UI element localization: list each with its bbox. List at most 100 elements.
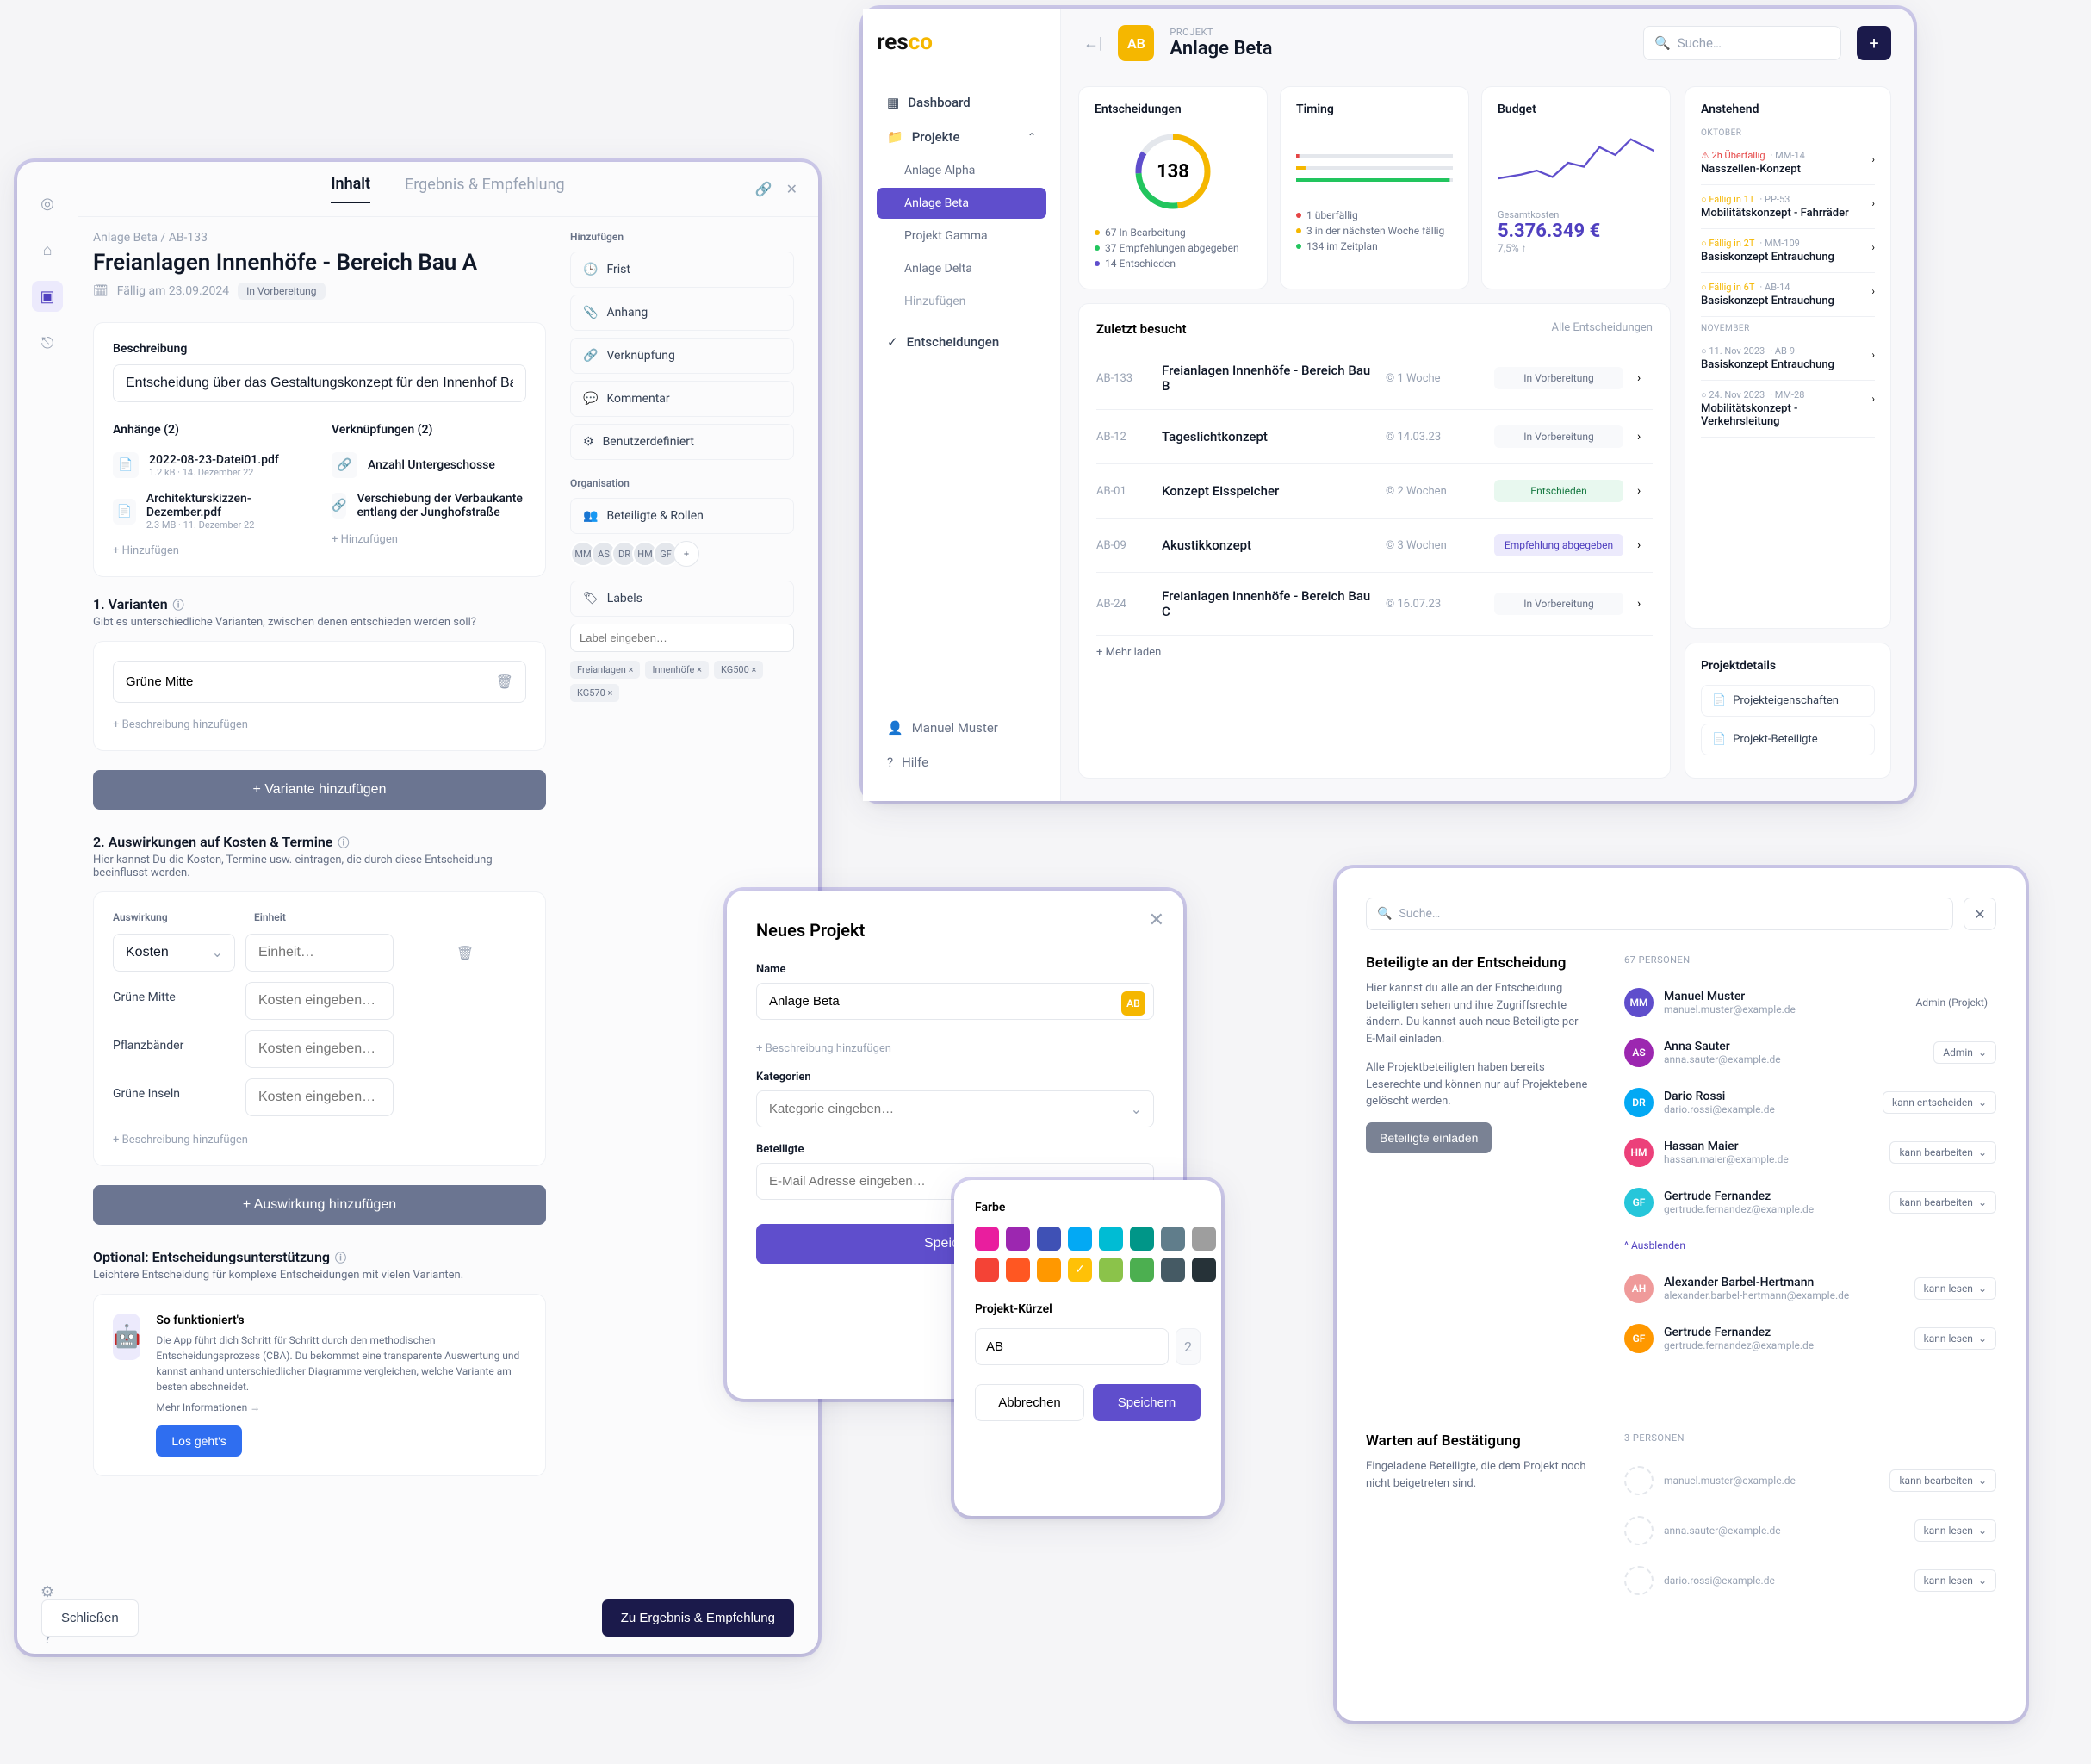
collapse-link[interactable]: ^ Ausblenden xyxy=(1624,1239,1996,1252)
impact-select[interactable] xyxy=(113,934,235,972)
role-select[interactable]: kann bearbeiten⌄ xyxy=(1889,1469,1996,1492)
link-icon[interactable]: 🔗 xyxy=(755,181,772,197)
project-name-input[interactable] xyxy=(756,983,1154,1020)
add-effect-button[interactable]: + Auswirkung hinzufügen xyxy=(93,1185,546,1225)
search-input[interactable]: 🔍Suche… xyxy=(1366,898,1953,930)
close-icon[interactable]: ✕ xyxy=(786,181,797,197)
effect-input[interactable] xyxy=(245,982,394,1020)
delete-icon[interactable]: 🗑 xyxy=(404,934,526,972)
stat-timing[interactable]: Timing 1 überfällig3 in der nächsten Woc… xyxy=(1280,86,1469,289)
pending-item[interactable]: ○ Fällig in 2T· MM-109Basiskonzept Entra… xyxy=(1701,229,1875,273)
color-swatch[interactable]: ✓ xyxy=(1068,1258,1092,1282)
effect-input[interactable] xyxy=(245,1030,394,1068)
stat-budget[interactable]: Budget Gesamtkosten 5.376.349 € 7,5% ↑ xyxy=(1481,86,1671,289)
color-swatch[interactable] xyxy=(1099,1258,1123,1282)
load-more-link[interactable]: + Mehr laden xyxy=(1096,646,1161,659)
role-select[interactable]: kann bearbeiten⌄ xyxy=(1889,1141,1996,1164)
color-swatch[interactable] xyxy=(1006,1227,1030,1251)
tree-icon[interactable]: ⎋ xyxy=(32,327,63,358)
logo-icon[interactable]: ◎ xyxy=(32,188,63,219)
category-select[interactable] xyxy=(756,1090,1154,1127)
color-swatch[interactable] xyxy=(1037,1258,1061,1282)
attachment-item[interactable]: 📄2022-08-23-Datei01.pdf1.2 kB · 14. Deze… xyxy=(113,445,307,485)
role-select[interactable]: kann lesen⌄ xyxy=(1914,1277,1996,1300)
nav-projects[interactable]: 📁Projekte⌃ xyxy=(877,121,1046,153)
tab-content[interactable]: Inhalt xyxy=(331,175,370,203)
side-add-item[interactable]: 📎Anhang xyxy=(570,295,794,331)
add-link-link[interactable]: + Hinzufügen xyxy=(332,533,398,546)
side-add-item[interactable]: 💬Kommentar xyxy=(570,381,794,417)
breadcrumb[interactable]: Anlage Beta / AB-133 xyxy=(93,231,546,245)
role-select[interactable]: kann lesen⌄ xyxy=(1914,1327,1996,1350)
pending-item[interactable]: ⚠ 2h Überfällig· MM-14Nasszellen-Konzept… xyxy=(1701,141,1875,185)
side-add-item[interactable]: 🕒Frist xyxy=(570,252,794,288)
color-swatch[interactable] xyxy=(1099,1227,1123,1251)
app-logo[interactable]: resco xyxy=(877,29,1046,55)
add-attachment-link[interactable]: + Hinzufügen xyxy=(113,544,179,557)
sidebar-project-item[interactable]: Anlage Delta xyxy=(877,253,1046,284)
color-swatch[interactable] xyxy=(1161,1227,1185,1251)
roles-item[interactable]: 👥Beteiligte & Rollen xyxy=(570,498,794,534)
folder-icon[interactable]: ▣ xyxy=(32,281,63,312)
side-add-item[interactable]: ⚙Benutzerdefiniert xyxy=(570,424,794,460)
add-desc-link2[interactable]: + Beschreibung hinzufügen xyxy=(113,1134,248,1146)
save-button[interactable]: Speichern xyxy=(1093,1384,1201,1421)
add-desc-link[interactable]: + Beschreibung hinzufügen xyxy=(756,1042,891,1055)
lets-go-button[interactable]: Los geht's xyxy=(156,1425,241,1457)
add-desc-link[interactable]: + Beschreibung hinzufügen xyxy=(113,718,248,731)
shortcode-input[interactable] xyxy=(975,1328,1169,1365)
back-icon[interactable]: ←| xyxy=(1083,34,1102,53)
recent-row[interactable]: AB-12Tageslichtkonzept© 14.03.23In Vorbe… xyxy=(1096,410,1653,464)
info-icon[interactable]: ⓘ xyxy=(335,1249,346,1265)
more-info-link[interactable]: Mehr Informationen → xyxy=(156,1401,526,1413)
color-swatch[interactable] xyxy=(1130,1227,1154,1251)
recent-row[interactable]: AB-24Freianlagen Innenhöfe - Bereich Bau… xyxy=(1096,573,1653,636)
role-select[interactable]: kann lesen⌄ xyxy=(1914,1519,1996,1542)
color-swatch[interactable] xyxy=(1006,1258,1030,1282)
add-button[interactable]: + xyxy=(1857,26,1891,60)
nav-help[interactable]: ?Hilfe xyxy=(877,746,1046,779)
participant-avatars[interactable]: MMASDRHMGF+ xyxy=(570,541,794,567)
recent-row[interactable]: AB-09Akustikkonzept© 3 WochenEmpfehlung … xyxy=(1096,519,1653,573)
unit-input[interactable] xyxy=(245,934,394,972)
color-swatch[interactable] xyxy=(1130,1258,1154,1282)
side-add-item[interactable]: 🔗Verknüpfung xyxy=(570,338,794,374)
attachment-item[interactable]: 📄Architekturskizzen-Dezember.pdf2.3 MB ·… xyxy=(113,485,307,537)
role-select[interactable]: Admin⌄ xyxy=(1933,1041,1996,1064)
search-input[interactable]: 🔍Suche… xyxy=(1643,26,1841,60)
close-button[interactable]: Schließen xyxy=(41,1599,139,1637)
tag[interactable]: Freianlagen × xyxy=(570,661,640,679)
nav-user[interactable]: 👤Manuel Muster xyxy=(877,711,1046,744)
color-swatch[interactable] xyxy=(1037,1227,1061,1251)
details-link[interactable]: 📄Projekt-Beteiligte xyxy=(1701,724,1875,755)
color-swatch[interactable] xyxy=(1068,1227,1092,1251)
cancel-button[interactable]: Abbrechen xyxy=(975,1384,1084,1421)
recent-row[interactable]: AB-01Konzept Eisspeicher© 2 WochenEntsch… xyxy=(1096,464,1653,519)
pending-item[interactable]: ○ 11. Nov 2023· AB-9Basiskonzept Entrauc… xyxy=(1701,337,1875,381)
nav-add-project[interactable]: Hinzufügen xyxy=(877,286,1046,317)
next-button[interactable]: Zu Ergebnis & Empfehlung xyxy=(602,1599,794,1637)
home-icon[interactable]: ⌂ xyxy=(32,234,63,265)
effect-input[interactable] xyxy=(245,1078,394,1116)
label-input[interactable] xyxy=(570,624,794,652)
color-swatch[interactable] xyxy=(1192,1227,1216,1251)
color-swatch[interactable] xyxy=(975,1258,999,1282)
color-swatch[interactable] xyxy=(1192,1258,1216,1282)
info-icon[interactable]: ⓘ xyxy=(338,834,349,850)
nav-decisions[interactable]: ✓Entscheidungen xyxy=(877,326,1046,358)
role-select[interactable]: Admin (Projekt) xyxy=(1907,992,1996,1013)
sidebar-project-item[interactable]: Anlage Beta xyxy=(877,188,1046,219)
tab-result[interactable]: Ergebnis & Empfehlung xyxy=(405,176,565,202)
description-input[interactable] xyxy=(113,364,526,402)
link-item[interactable]: 🔗Verschiebung der Verbaukante entlang de… xyxy=(332,485,526,526)
color-swatch[interactable] xyxy=(1161,1258,1185,1282)
close-icon[interactable]: ✕ xyxy=(1149,910,1164,931)
tag[interactable]: Innenhöfe × xyxy=(645,661,709,679)
stat-decisions[interactable]: Entscheidungen 138 67 In Bearbeitung37 E… xyxy=(1078,86,1268,289)
variant-input[interactable] xyxy=(126,674,486,689)
sidebar-project-item[interactable]: Anlage Alpha xyxy=(877,155,1046,186)
color-swatch[interactable] xyxy=(975,1227,999,1251)
pending-item[interactable]: ○ Fällig in 6T· AB-14Basiskonzept Entrau… xyxy=(1701,273,1875,317)
recent-row[interactable]: AB-133Freianlagen Innenhöfe - Bereich Ba… xyxy=(1096,347,1653,410)
details-link[interactable]: 📄Projekteigenschaften xyxy=(1701,685,1875,717)
